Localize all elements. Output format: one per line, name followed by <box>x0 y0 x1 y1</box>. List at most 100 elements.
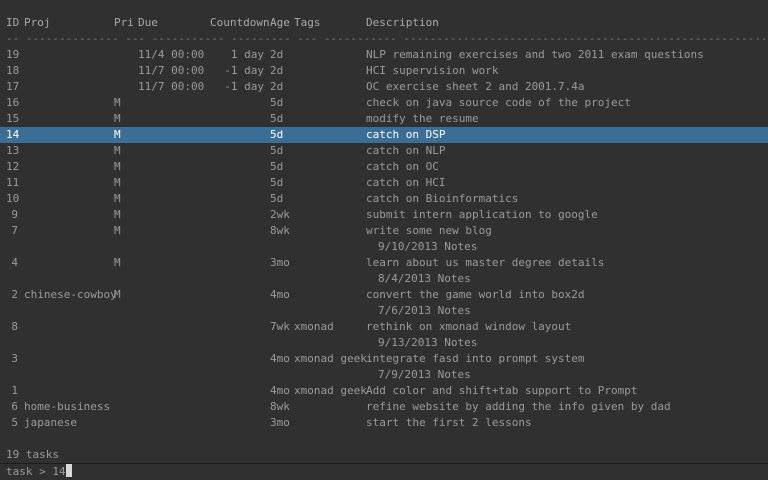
cell-age: 5d <box>270 112 284 125</box>
header-rule: -- -------------- --- ----------- ------… <box>0 31 768 47</box>
cell-description: catch on NLP <box>366 144 446 157</box>
cell-description: modify the resume <box>366 112 479 125</box>
cell-id: 7 <box>11 224 18 237</box>
task-row[interactable]: 8 7wk xmonad rethink on xmonad window layou… <box>0 319 768 335</box>
task-row[interactable]: 4 M 3mo learn about us master degree detail… <box>0 255 768 271</box>
cell-age: 5d <box>270 128 284 141</box>
cell-countdown <box>210 383 264 399</box>
cell-age: 2d <box>270 64 284 77</box>
task-row[interactable]: 10 M 5d catch on Bioinformatics <box>0 191 768 207</box>
task-row[interactable]: 18 11/7 00:00 -1 day 2d HCI supervision work <box>0 63 768 79</box>
cell-age: 3mo <box>270 256 290 269</box>
table-header: ID Proj Pri Due Countdown Age Tags Descr… <box>0 15 768 31</box>
task-annotation: 9/10/2013 Notes <box>378 240 478 253</box>
cell-countdown <box>210 95 264 111</box>
task-row[interactable]: 11 M 5d catch on HCI <box>0 175 768 191</box>
cell-countdown: -1 day <box>224 80 264 93</box>
cell-tags: xmonad <box>294 320 334 333</box>
cell-countdown <box>210 399 264 415</box>
cell-description: catch on Bioinformatics <box>366 192 519 205</box>
task-annotation-row: 8/4/2013 Notes <box>0 271 768 287</box>
task-row[interactable]: 3 4mo xmonad geek integrate fasd into promp… <box>0 351 768 367</box>
command-prompt[interactable]: task > 14 <box>6 464 72 480</box>
cell-countdown <box>210 111 264 127</box>
cell-description: HCI supervision work <box>366 64 499 77</box>
task-row[interactable]: 2 chinese-cowboy M 4mo convert the game worl… <box>0 287 768 303</box>
cell-pri: M <box>114 256 121 269</box>
task-row[interactable]: 12 M 5d catch on OC <box>0 159 768 175</box>
cell-description: NLP remaining exercises and two 2011 exa… <box>366 48 704 61</box>
task-row[interactable]: 7 M 8wk write some new blog <box>0 223 768 239</box>
terminal-window: ID Proj Pri Due Countdown Age Tags Descr… <box>0 0 768 480</box>
task-row[interactable]: 13 M 5d catch on NLP <box>0 143 768 159</box>
cell-id: 19 <box>6 48 20 61</box>
cell-countdown <box>210 319 264 335</box>
cell-due: 11/4 00:00 <box>138 48 205 61</box>
cell-pri: M <box>114 112 121 125</box>
cell-description: rethink on xmonad window layout <box>366 320 572 333</box>
cell-description: integrate fasd into prompt system <box>366 352 585 365</box>
cell-age: 2wk <box>270 208 290 221</box>
cell-pri: M <box>114 128 121 141</box>
cell-due: 11/7 00:00 <box>138 64 205 77</box>
cell-age: 4mo <box>270 352 290 365</box>
task-row[interactable]: 1 4mo xmonad geek Add color and shift+tab s… <box>0 383 768 399</box>
task-row[interactable]: 16 M 5d check on java source code of the pr… <box>0 95 768 111</box>
cell-age: 5d <box>270 176 284 189</box>
cell-tags: xmonad geek <box>294 384 367 397</box>
header-tags: Tags <box>294 16 321 29</box>
cell-countdown <box>210 207 264 223</box>
prompt-label: task > <box>6 465 53 478</box>
cell-id: 6 <box>11 400 18 413</box>
header-description: Description <box>366 16 439 29</box>
task-row[interactable]: 17 11/7 00:00 -1 day 2d OC exercise sheet 2 … <box>0 79 768 95</box>
cell-description: write some new blog <box>366 224 492 237</box>
cell-age: 2d <box>270 48 284 61</box>
cell-age: 8wk <box>270 400 290 413</box>
task-count-text: 19 tasks <box>6 448 59 461</box>
task-row[interactable]: 19 11/4 00:00 1 day 2d NLP remaining exercis… <box>0 47 768 63</box>
task-row[interactable]: 15 M 5d modify the resume <box>0 111 768 127</box>
cell-id: 12 <box>6 160 20 173</box>
task-row[interactable]: 9 M 2wk submit intern application to google <box>0 207 768 223</box>
cell-countdown: 1 day <box>230 48 264 61</box>
cell-age: 4mo <box>270 288 290 301</box>
header-age: Age <box>270 16 290 29</box>
cell-pri: M <box>114 176 121 189</box>
cell-proj: chinese-cowboy <box>24 288 117 301</box>
cell-description: check on java source code of the project <box>366 96 631 109</box>
cell-description: convert the game world into box2d <box>366 288 585 301</box>
task-row-selected[interactable]: 14 M 5d catch on DSP <box>0 127 768 143</box>
cell-countdown <box>210 351 264 367</box>
cell-age: 5d <box>270 192 284 205</box>
cell-id: 4 <box>11 256 18 269</box>
task-row[interactable]: 5 japanese 3mo start the first 2 lessons <box>0 415 768 431</box>
cell-pri: M <box>114 160 121 173</box>
cell-age: 7wk <box>270 320 290 333</box>
cell-description: OC exercise sheet 2 and 2001.7.4a <box>366 80 585 93</box>
cell-countdown: -1 day <box>224 64 264 77</box>
cell-proj: japanese <box>24 416 77 429</box>
cell-id: 14 <box>6 128 20 141</box>
task-row[interactable]: 6 home-business 8wk refine website by addin… <box>0 399 768 415</box>
cell-id: 16 <box>6 96 20 109</box>
cell-countdown <box>210 255 264 271</box>
cell-pri: M <box>114 208 121 221</box>
task-annotation-row: 9/13/2013 Notes <box>0 335 768 351</box>
cell-id: 8 <box>11 320 18 333</box>
cell-description: Add color and shift+tab support to Promp… <box>366 384 638 397</box>
task-count: 19 tasks <box>0 447 768 463</box>
prompt-input[interactable]: 14 <box>52 465 65 478</box>
cell-description: refine website by adding the info given … <box>366 400 671 413</box>
cell-age: 3mo <box>270 416 290 429</box>
cell-description: catch on OC <box>366 160 439 173</box>
cell-countdown <box>210 175 264 191</box>
cell-proj: home-business <box>24 400 111 413</box>
header-pri: Pri <box>114 16 134 29</box>
cell-description: start the first 2 lessons <box>366 416 532 429</box>
cell-id: 2 <box>11 288 18 301</box>
cell-age: 5d <box>270 160 284 173</box>
cell-tags: xmonad geek <box>294 352 367 365</box>
cell-countdown <box>210 287 264 303</box>
cell-due: 11/7 00:00 <box>138 80 205 93</box>
